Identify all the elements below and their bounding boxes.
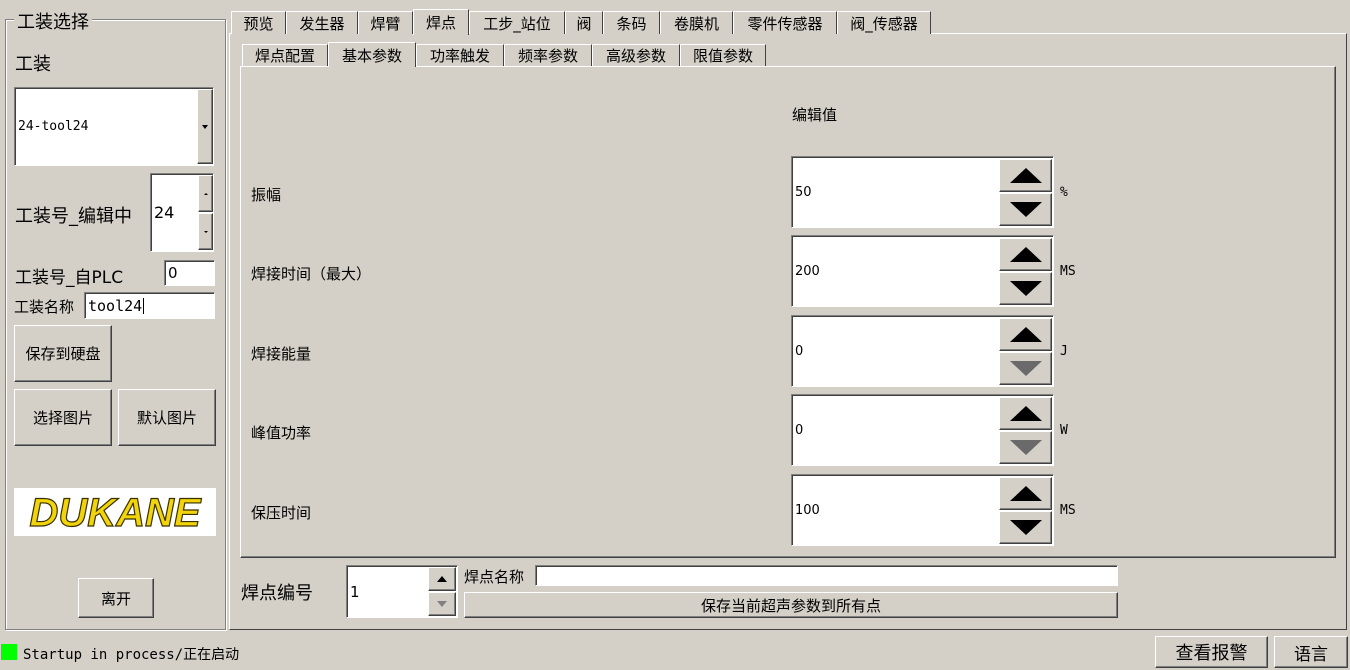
arrow-up-icon bbox=[1009, 327, 1042, 342]
tab-film-winder[interactable]: 卷膜机 bbox=[660, 11, 733, 34]
param-label-amplitude: 振幅 bbox=[251, 186, 282, 204]
arrow-down-icon bbox=[437, 601, 447, 607]
select-image-button[interactable]: 选择图片 bbox=[14, 389, 112, 446]
status-indicator bbox=[1, 644, 17, 660]
arrow-down-icon bbox=[1009, 202, 1042, 217]
tooling-no-editing-down-button[interactable] bbox=[198, 213, 213, 250]
tooling-select-value: 24-tool24 bbox=[18, 119, 89, 134]
exit-button[interactable]: 离开 bbox=[78, 578, 154, 618]
tab-valve-sensor[interactable]: 阀_传感器 bbox=[837, 11, 931, 34]
param-value-hold-time: 100 bbox=[795, 502, 820, 518]
param-unit-amplitude: % bbox=[1060, 185, 1068, 200]
edit-value-column-header: 编辑值 bbox=[792, 106, 838, 124]
weld-point-name-label: 焊点名称 bbox=[464, 568, 525, 586]
param-value-amplitude: 50 bbox=[795, 184, 812, 200]
tooling-no-plc-label: 工装号_自PLC bbox=[15, 268, 124, 288]
tooling-group-title: 工装选择 bbox=[14, 8, 92, 34]
weld-point-number-label: 焊点编号 bbox=[241, 583, 313, 604]
dukane-logo-mark: DUKANE bbox=[29, 490, 203, 534]
peak-power-up-button[interactable] bbox=[999, 397, 1052, 430]
tooling-no-editing-label: 工装号_编辑中 bbox=[15, 206, 132, 227]
tooling-name-input[interactable]: tool24 bbox=[84, 292, 215, 319]
param-label-hold-time: 保压时间 bbox=[251, 504, 312, 522]
arrow-down-icon bbox=[203, 230, 208, 233]
dukane-logo: DUKANE bbox=[14, 488, 216, 536]
param-unit-hold-time: MS bbox=[1060, 503, 1076, 518]
weld-energy-down-button[interactable] bbox=[999, 352, 1052, 385]
tooling-name-label: 工装名称 bbox=[14, 298, 75, 316]
param-unit-weld-time: MS bbox=[1060, 264, 1076, 279]
arrow-up-icon bbox=[203, 192, 208, 195]
hold-time-down-button[interactable] bbox=[999, 511, 1052, 544]
svg-text:DUKANE: DUKANE bbox=[29, 491, 201, 534]
arrow-up-icon bbox=[1009, 486, 1042, 501]
weld-time-up-button[interactable] bbox=[999, 238, 1052, 271]
save-params-to-all-points-button[interactable]: 保存当前超声参数到所有点 bbox=[464, 592, 1118, 618]
default-image-button[interactable]: 默认图片 bbox=[118, 389, 216, 446]
tooling-select-dropdown-button[interactable] bbox=[197, 89, 213, 164]
param-label-weld-time: 焊接时间（最大） bbox=[251, 265, 372, 283]
arrow-down-icon bbox=[1009, 361, 1042, 376]
tab-step-station[interactable]: 工步_站位 bbox=[469, 11, 565, 34]
sub-tab-panel bbox=[240, 66, 1336, 558]
text-cursor bbox=[143, 297, 145, 314]
view-alarms-button[interactable]: 查看报警 bbox=[1155, 636, 1268, 668]
tab-generator[interactable]: 发生器 bbox=[286, 11, 358, 34]
weld-point-number-down-button[interactable] bbox=[428, 592, 456, 616]
amplitude-up-button[interactable] bbox=[999, 159, 1052, 192]
tooling-no-plc-value: 0 bbox=[168, 264, 178, 282]
tab-preview[interactable]: 预览 bbox=[231, 11, 286, 34]
arrow-down-icon bbox=[1009, 520, 1042, 535]
arrow-up-icon bbox=[1009, 168, 1042, 183]
language-button[interactable]: 语言 bbox=[1274, 636, 1348, 668]
weld-point-number-value: 1 bbox=[350, 582, 360, 601]
tab-part-sensor[interactable]: 零件传感器 bbox=[733, 11, 837, 34]
param-label-weld-energy: 焊接能量 bbox=[251, 345, 312, 363]
tab-weld-point[interactable]: 焊点 bbox=[413, 9, 469, 35]
subtab-power-trigger[interactable]: 功率触发 bbox=[416, 44, 504, 66]
param-value-weld-time: 200 bbox=[795, 263, 820, 279]
param-unit-peak-power: W bbox=[1060, 423, 1068, 438]
subtab-limit-params[interactable]: 限值参数 bbox=[680, 44, 766, 66]
tooling-no-editing-up-button[interactable] bbox=[198, 175, 213, 212]
param-unit-weld-energy: J bbox=[1060, 344, 1068, 359]
arrow-up-icon bbox=[1009, 247, 1042, 262]
param-value-peak-power: 0 bbox=[795, 422, 804, 438]
weld-point-number-up-button[interactable] bbox=[428, 567, 456, 591]
tooling-label: 工装 bbox=[15, 54, 51, 75]
arrow-down-icon bbox=[1009, 281, 1042, 296]
weld-time-down-button[interactable] bbox=[999, 272, 1052, 305]
arrow-down-icon bbox=[1009, 440, 1042, 455]
tooling-select[interactable]: 24-tool24 bbox=[14, 87, 214, 166]
chevron-down-icon bbox=[202, 124, 208, 129]
param-value-weld-energy: 0 bbox=[795, 343, 804, 359]
tooling-no-plc-field: 0 bbox=[164, 260, 215, 286]
subtab-advanced-params[interactable]: 高级参数 bbox=[592, 44, 680, 66]
peak-power-down-button[interactable] bbox=[999, 431, 1052, 464]
weld-point-name-input[interactable] bbox=[535, 565, 1118, 586]
subtab-frequency-params[interactable]: 频率参数 bbox=[504, 44, 592, 66]
subtab-weld-point-config[interactable]: 焊点配置 bbox=[242, 44, 328, 66]
tab-weld-arm[interactable]: 焊臂 bbox=[358, 11, 413, 34]
tooling-name-value: tool24 bbox=[88, 296, 143, 315]
amplitude-down-button[interactable] bbox=[999, 193, 1052, 226]
save-to-disk-button[interactable]: 保存到硬盘 bbox=[14, 325, 112, 382]
subtab-basic-params[interactable]: 基本参数 bbox=[328, 42, 416, 67]
tooling-no-editing-value: 24 bbox=[154, 203, 175, 222]
tab-valve[interactable]: 阀 bbox=[565, 11, 603, 34]
weld-energy-up-button[interactable] bbox=[999, 318, 1052, 351]
arrow-up-icon bbox=[1009, 406, 1042, 421]
status-text: Startup in process/正在启动 bbox=[23, 647, 240, 663]
arrow-up-icon bbox=[437, 576, 447, 582]
param-label-peak-power: 峰值功率 bbox=[251, 424, 312, 442]
hold-time-up-button[interactable] bbox=[999, 477, 1052, 510]
tab-barcode[interactable]: 条码 bbox=[603, 11, 660, 34]
